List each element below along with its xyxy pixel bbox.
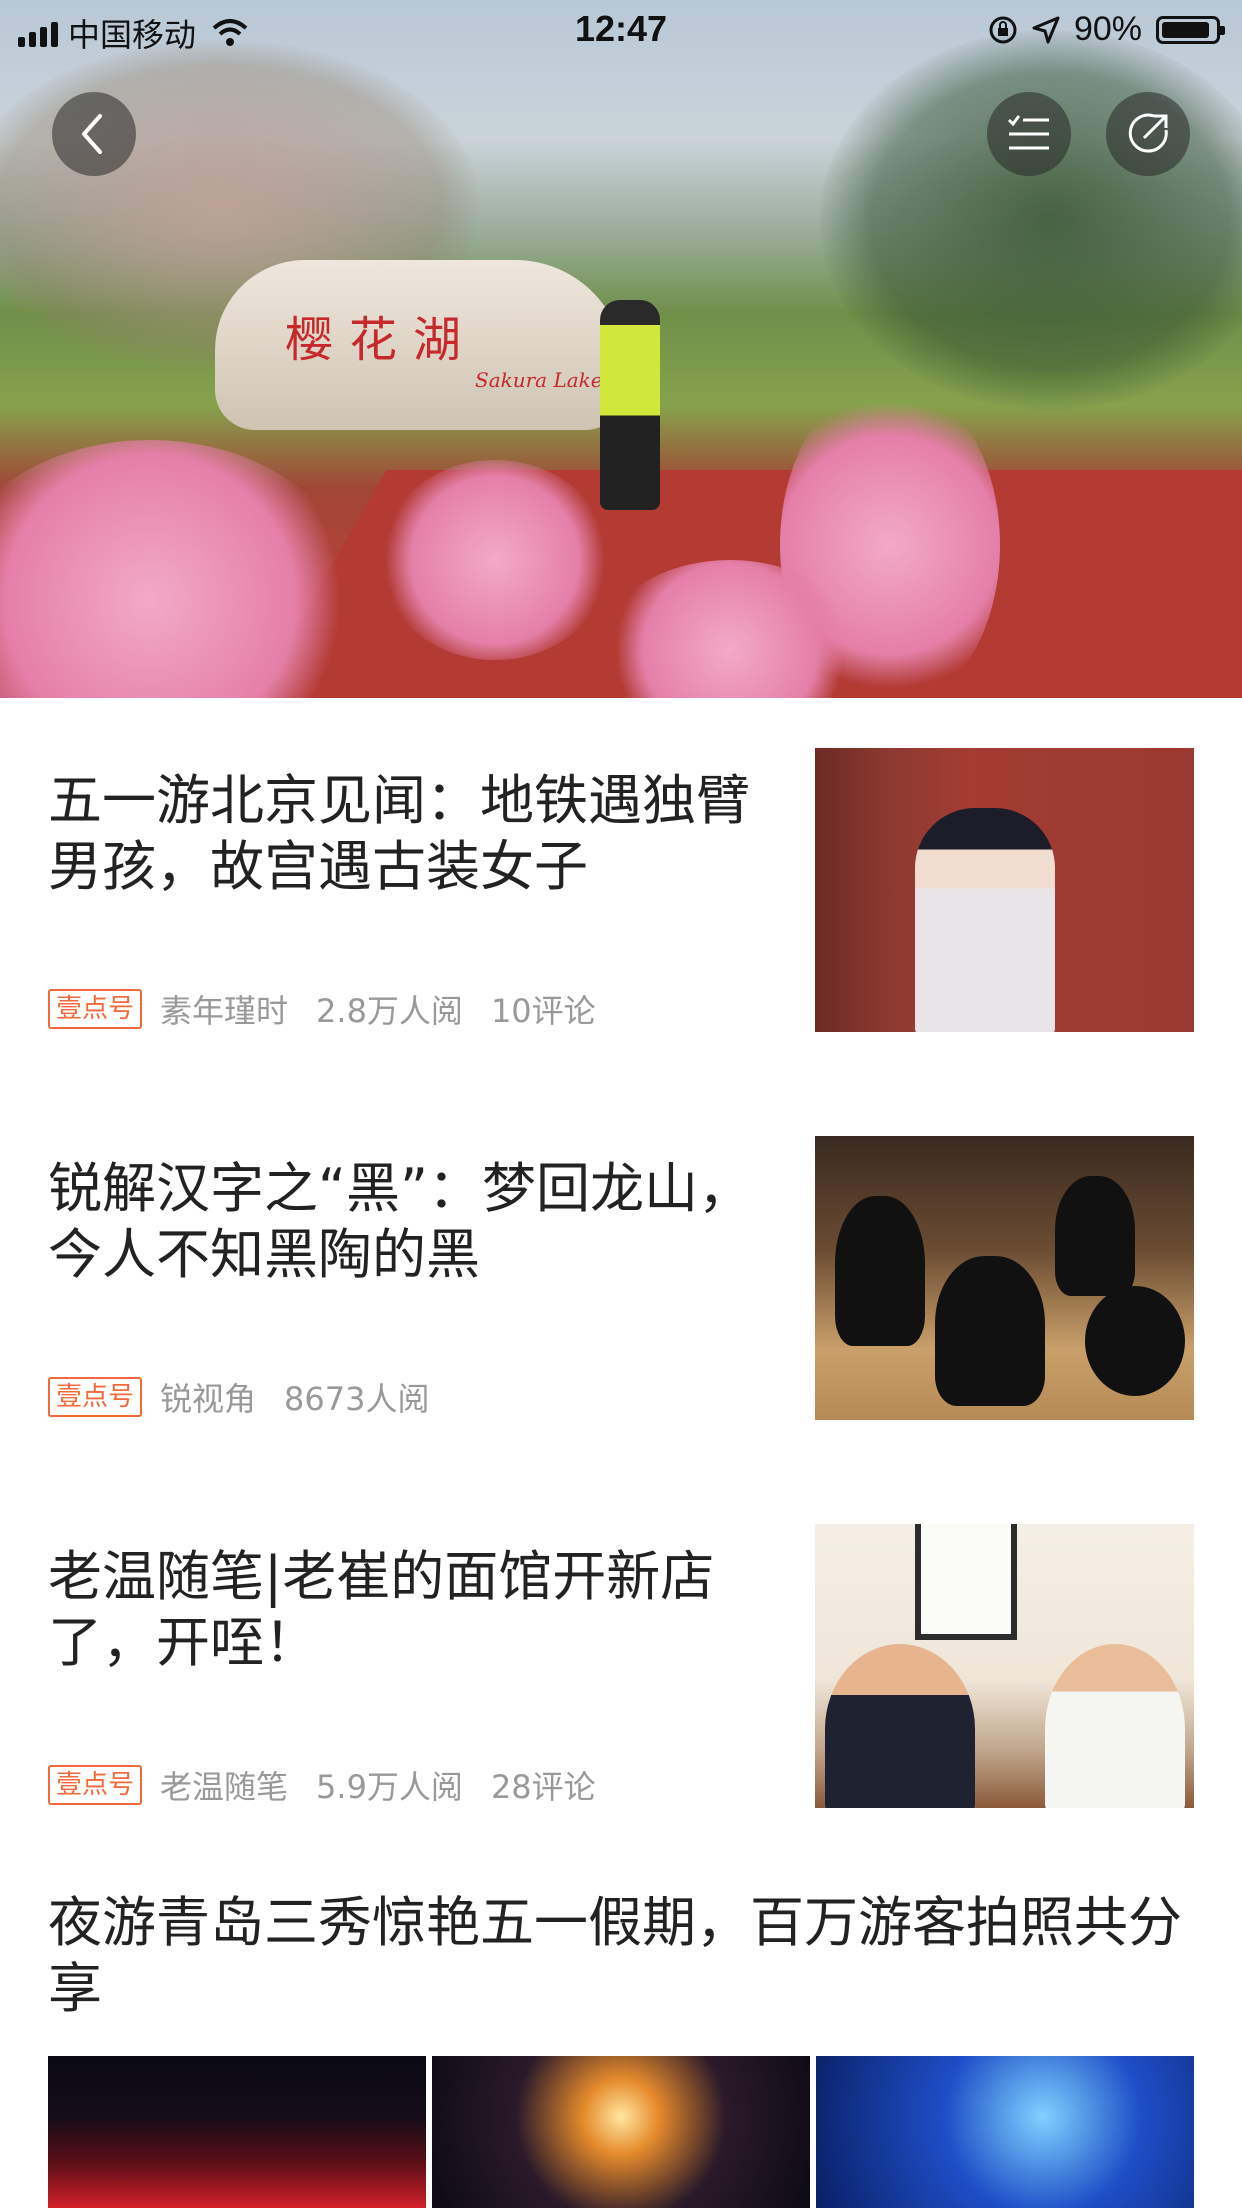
article-thumbnail[interactable] xyxy=(815,748,1194,1032)
article-reads: 5.9万人阅 xyxy=(316,1768,463,1806)
stone-text: 樱花湖 xyxy=(285,312,478,368)
battery-percent: 90% xyxy=(1073,10,1142,48)
status-bar: 中国移动 12:47 90% xyxy=(0,0,1242,62)
article-source: 老温随笔 xyxy=(160,1768,289,1806)
rotation-lock-icon xyxy=(989,16,1017,43)
person-figure xyxy=(1045,1644,1185,1808)
text-settings-button[interactable] xyxy=(987,92,1071,176)
runner xyxy=(600,300,660,510)
black-pottery xyxy=(835,1196,925,1346)
gallery-image-aquarium[interactable] xyxy=(816,2056,1194,2208)
share-icon xyxy=(1128,113,1168,153)
blossom-blur xyxy=(380,460,610,660)
lake-name-stone: 樱花湖 Sakura Lake xyxy=(215,260,625,430)
chevron-left-icon xyxy=(82,114,102,154)
article-title[interactable]: 五一游北京见闻：地铁遇独臂男孩，故宫遇古装女子 xyxy=(48,768,768,900)
status-right: 90% xyxy=(988,10,1225,49)
back-button[interactable] xyxy=(52,92,136,176)
source-tag: 壹点号 xyxy=(48,989,143,1029)
black-pottery xyxy=(935,1256,1045,1406)
gallery-article-title[interactable]: 夜游青岛三秀惊艳五一假期，百万游客拍照共分享 xyxy=(48,1890,1194,2022)
share-button[interactable] xyxy=(1106,92,1190,176)
black-pottery xyxy=(1055,1176,1135,1296)
text-settings-icon xyxy=(1007,115,1049,150)
article-reads: 8673人阅 xyxy=(284,1380,430,1418)
calligraphy-scroll xyxy=(915,1524,1017,1640)
article-item[interactable]: 五一游北京见闻：地铁遇独臂男孩，故宫遇古装女子 壹点号 素年瑾时 2.8万人阅 … xyxy=(48,748,1194,1032)
article-reads: 2.8万人阅 xyxy=(316,992,463,1030)
gallery-thumbnails[interactable] xyxy=(48,2056,1194,2208)
pine-tree xyxy=(820,30,1242,410)
gallery-image-fireworks[interactable] xyxy=(432,2056,810,2208)
costume-woman-figure xyxy=(915,808,1055,1032)
article-comments: 10评论 xyxy=(490,992,596,1030)
article-item[interactable]: 锐解汉字之“黑”：梦回龙山，今人不知黑陶的黑 壹点号 锐视角 8673人阅 xyxy=(48,1136,1194,1420)
battery-fill xyxy=(1162,21,1209,38)
article-thumbnail[interactable] xyxy=(815,1524,1194,1808)
article-source: 锐视角 xyxy=(160,1380,257,1418)
article-source: 素年瑾时 xyxy=(160,992,289,1030)
black-pottery xyxy=(1085,1286,1185,1396)
article-comments: 28评论 xyxy=(490,1768,596,1806)
article-meta: 壹点号 老温随笔 5.9万人阅 28评论 xyxy=(48,1762,624,1808)
article-meta: 壹点号 素年瑾时 2.8万人阅 10评论 xyxy=(48,986,624,1032)
article-thumbnail[interactable] xyxy=(815,1136,1194,1420)
source-tag: 壹点号 xyxy=(48,1377,143,1417)
article-title[interactable]: 老温随笔|老崔的面馆开新店了，开咥！ xyxy=(48,1544,768,1676)
stone-subtext: Sakura Lake xyxy=(475,368,603,392)
person-figure xyxy=(825,1644,975,1808)
battery-icon xyxy=(1156,15,1225,44)
source-tag: 壹点号 xyxy=(48,1765,143,1805)
article-title[interactable]: 锐解汉字之“黑”：梦回龙山，今人不知黑陶的黑 xyxy=(48,1156,768,1288)
gallery-image-city-lights[interactable] xyxy=(48,2056,426,2208)
location-arrow-icon xyxy=(1032,16,1060,43)
blossom-blur xyxy=(0,440,360,698)
article-item[interactable]: 老温随笔|老崔的面馆开新店了，开咥！ 壹点号 老温随笔 5.9万人阅 28评论 xyxy=(48,1524,1194,1808)
article-meta: 壹点号 锐视角 8673人阅 xyxy=(48,1374,457,1420)
